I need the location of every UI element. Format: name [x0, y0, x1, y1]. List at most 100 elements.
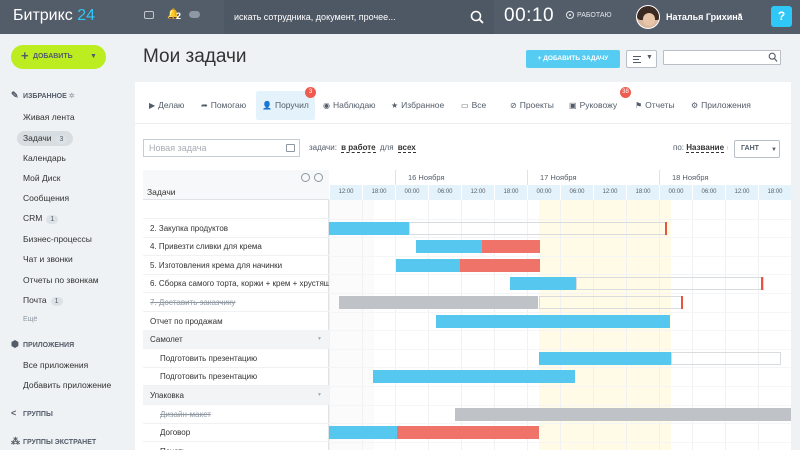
table-row[interactable]: 7. Доставить заказчику [143, 293, 329, 312]
chevron-down-icon[interactable]: ▼ [317, 386, 322, 404]
add-task-button[interactable]: + ДОБАВИТЬ ЗАДАЧУ [526, 50, 620, 68]
gantt-bar[interactable] [396, 258, 462, 272]
tab-watching[interactable]: ◉ Наблюдаю [323, 91, 376, 120]
sidebar-item-calendar[interactable]: Календарь [23, 153, 66, 163]
chat-icon[interactable] [144, 11, 154, 19]
notification-count[interactable]: 2 [176, 11, 181, 21]
person-icon: 👤 [262, 101, 272, 110]
gantt-bar[interactable] [455, 407, 791, 421]
deadline-marker[interactable] [681, 296, 683, 309]
tab-favorites[interactable]: ★ Избранное [391, 91, 444, 120]
sidebar-item-feed[interactable]: Живая лента [23, 112, 75, 122]
gantt-bar[interactable] [539, 296, 683, 309]
gantt-bar[interactable] [576, 277, 764, 291]
table-row[interactable]: Печать [143, 442, 329, 450]
gantt-bar[interactable] [539, 351, 671, 365]
avatar[interactable] [636, 5, 660, 29]
settings-icon[interactable]: ✲ [69, 93, 75, 100]
search-icon[interactable] [470, 8, 484, 26]
task-tabs: ▶ Делаю ➦ Помогаю 👤 Поручил 3 ◉ Наблюдаю ★ Изб… [135, 82, 791, 124]
filter-who-link[interactable]: всех [397, 143, 416, 153]
filter-status-link[interactable]: в работе [341, 143, 376, 153]
zoom-in-icon[interactable] [301, 173, 310, 182]
sidebar-item-mail[interactable]: Почта 1 [23, 295, 63, 306]
gantt-bar[interactable] [416, 240, 483, 254]
gantt-bar[interactable] [409, 221, 667, 235]
table-row[interactable]: Дизайн-макет [143, 405, 329, 424]
tab-reports[interactable]: ⚑ Отчеты [635, 91, 675, 120]
gantt-bar[interactable] [460, 258, 540, 272]
gantt-bar[interactable] [482, 240, 540, 254]
sidebar-item-crm[interactable]: CRM 1 [23, 213, 59, 224]
zoom-out-icon[interactable] [314, 173, 323, 182]
table-row[interactable]: 4. Привезти сливки для крема [143, 237, 329, 257]
sidebar-item-bizproc[interactable]: Бизнес-процессы [23, 234, 92, 244]
work-status[interactable]: РАБОТАЮ [566, 11, 612, 19]
cloud-icon[interactable] [189, 11, 200, 18]
sidebar-item-add-app[interactable]: Добавить приложение [23, 380, 111, 390]
gantt-bar[interactable] [339, 296, 538, 309]
search-input[interactable] [234, 9, 464, 25]
sidebar-item-messages[interactable]: Сообщения [23, 193, 69, 203]
extranet-section-title[interactable]: ⁂ ГРУППЫ ЭКСТРАНЕТ [11, 436, 96, 447]
play-icon: ▶ [149, 101, 156, 110]
plus-icon: + [21, 48, 29, 63]
table-row[interactable] [143, 200, 329, 219]
gantt-bar[interactable] [671, 351, 781, 365]
hour-label: 12:00 [329, 185, 362, 200]
table-row[interactable]: 2. Закупка продуктов [143, 219, 329, 238]
table-row[interactable]: Отчет по продажам [143, 312, 329, 331]
gantt-bar[interactable] [397, 426, 539, 440]
new-task-input[interactable] [143, 139, 300, 157]
gantt-bar[interactable] [373, 370, 575, 384]
work-clock[interactable]: 00:10 [504, 5, 554, 27]
tab-all[interactable]: ▭ Все [461, 91, 486, 120]
user-name[interactable]: Наталья Грихина [666, 12, 743, 22]
sidebar-item-all-apps[interactable]: Все приложения [23, 360, 88, 370]
hour-label: 00:00 [659, 185, 692, 200]
search-icon[interactable] [768, 52, 778, 63]
group-row[interactable]: Упаковка ▼ [143, 386, 329, 405]
table-row[interactable]: Подготовить презентацию [143, 349, 329, 368]
sort-arrow-icon[interactable]: ↑ [726, 146, 729, 152]
sidebar-more-link[interactable]: Ещё [23, 316, 37, 323]
list-icon [633, 56, 641, 63]
tab-label: Помогаю [210, 100, 247, 110]
sidebar-item-tasks[interactable]: Задачи 3 [17, 131, 74, 146]
groups-section-title[interactable]: < ГРУППЫ [11, 408, 53, 418]
gantt-bar[interactable] [510, 277, 576, 291]
help-button[interactable]: ? [771, 6, 792, 27]
sort-field-link[interactable]: Название [686, 143, 725, 153]
apps-section-title[interactable]: ⬢ ПРИЛОЖЕНИЯ [11, 339, 74, 350]
sidebar-item-disk[interactable]: Мой Диск [23, 173, 61, 183]
tab-label: Все [471, 100, 487, 110]
gantt-bar[interactable] [329, 426, 399, 440]
tab-helping[interactable]: ➦ Помогаю [201, 91, 246, 120]
sidebar-item-chat[interactable]: Чат и звонки [23, 254, 73, 264]
deadline-marker[interactable] [761, 277, 763, 291]
view-menu-button[interactable]: ▼ [626, 50, 657, 68]
sidebar-item-call-reports[interactable]: Отчеты по звонкам [23, 275, 99, 285]
filter-input[interactable] [663, 50, 781, 65]
table-row[interactable]: 6. Сборка самого торта, коржи + крем + х… [143, 274, 329, 294]
chevron-down-icon[interactable]: ▼ [317, 330, 322, 348]
table-row[interactable]: Договор [143, 423, 329, 443]
tab-assigned[interactable]: 👤 Поручил 3 [256, 87, 316, 120]
add-button[interactable]: + ДОБАВИТЬ ▼ [11, 45, 106, 69]
table-row[interactable]: 5. Изготовления крема для начинки [143, 256, 329, 275]
details-icon[interactable] [286, 144, 295, 152]
gantt-bar[interactable] [436, 314, 670, 328]
tab-managing[interactable]: ▣ Руковожу 38 [569, 87, 631, 120]
tab-apps[interactable]: ⚙ Приложения [691, 91, 751, 120]
gantt-bar[interactable] [329, 221, 409, 235]
chevron-down-icon[interactable]: ▼ [737, 13, 743, 19]
view-mode-button[interactable]: ГАНТ ▼ [734, 140, 780, 158]
tab-projects[interactable]: ⊘ Проекты [510, 91, 554, 120]
day-separator [659, 170, 660, 185]
group-row[interactable]: Самолет ▼ [143, 330, 329, 350]
logo[interactable]: Битрикс 24 [13, 7, 95, 25]
deadline-marker[interactable] [665, 221, 667, 235]
tab-doing[interactable]: ▶ Делаю [149, 91, 184, 120]
table-row[interactable]: Подготовить презентацию [143, 367, 329, 387]
favorites-section-title[interactable]: ✎ ИЗБРАННОЕ ✲ [11, 90, 75, 101]
